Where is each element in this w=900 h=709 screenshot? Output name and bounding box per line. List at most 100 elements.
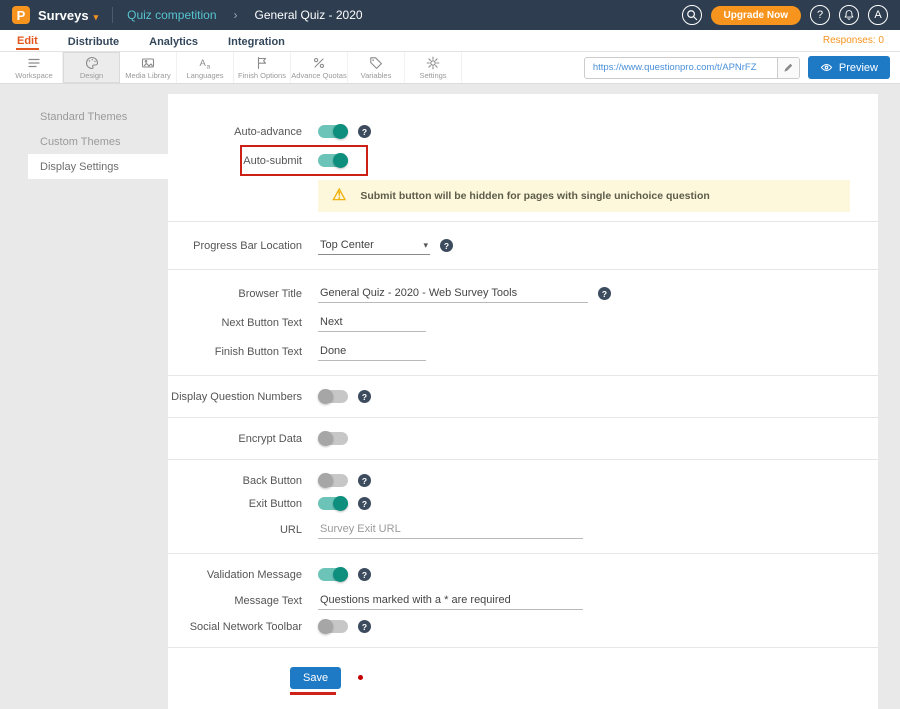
validation-message-help-icon[interactable] [358,568,371,581]
workspace-icon [27,56,41,70]
search-icon[interactable] [682,5,702,25]
auto-submit-toggle[interactable] [318,154,348,167]
tool-finish-options[interactable]: Finish Options [234,52,291,83]
display-question-numbers-row: Display Question Numbers [168,385,878,408]
upgrade-now-button[interactable]: Upgrade Now [711,6,801,25]
auto-advance-row: Auto-advance [168,120,878,143]
progress-bar-location-value: Top Center [320,239,374,251]
finish-button-text-input[interactable] [318,342,426,361]
tool-design[interactable]: Design [63,52,120,83]
sidebar-item-custom-themes[interactable]: Custom Themes [28,129,168,154]
validation-message-toggle[interactable] [318,568,348,581]
social-network-toolbar-row: Social Network Toolbar [168,615,878,638]
survey-url-input[interactable] [585,62,777,73]
breadcrumb-parent[interactable]: Quiz competition [127,8,216,22]
validation-message-label: Validation Message [168,569,318,581]
design-palette-icon [85,56,99,70]
tool-variables[interactable]: Variables [348,52,405,83]
content-area: Standard Themes Custom Themes Display Se… [0,84,900,689]
browser-title-help-icon[interactable] [598,287,611,300]
variables-tag-icon [369,56,383,70]
surveys-menu[interactable]: Surveys [38,8,98,23]
edit-url-pencil-icon[interactable] [777,57,799,79]
progress-bar-location-select[interactable]: Top Center [318,236,430,255]
warning-text: Submit button will be hidden for pages w… [360,190,709,202]
nav-tab-distribute[interactable]: Distribute [67,33,120,49]
exit-button-row: Exit Button [168,492,878,515]
encrypt-data-toggle[interactable] [318,432,348,445]
message-text-input[interactable] [318,591,583,610]
validation-message-row: Validation Message [168,563,878,586]
tool-settings[interactable]: Settings [405,52,462,83]
browser-title-input[interactable] [318,284,588,303]
finish-button-text-label: Finish Button Text [168,346,318,358]
social-network-toolbar-toggle[interactable] [318,620,348,633]
browser-title-row: Browser Title [168,279,878,308]
back-button-toggle[interactable] [318,474,348,487]
progress-bar-help-icon[interactable] [440,239,453,252]
message-text-label: Message Text [168,595,318,607]
breadcrumb-separator-icon [234,8,238,22]
browser-title-label: Browser Title [168,288,318,300]
display-question-numbers-help-icon[interactable] [358,390,371,403]
languages-icon: A a [198,56,212,70]
exit-button-help-icon[interactable] [358,497,371,510]
auto-submit-row: Auto-submit [168,149,878,172]
tool-advance-quotas[interactable]: Advance Quotas [291,52,348,83]
sidebar-item-standard-themes[interactable]: Standard Themes [28,104,168,129]
auto-advance-label: Auto-advance [168,126,318,138]
module-nav: Edit Distribute Analytics Integration Re… [0,30,900,52]
nav-tab-analytics[interactable]: Analytics [148,33,199,49]
toolbar-right: Preview [584,52,894,83]
tool-label: Variables [361,71,392,80]
topbar-actions: Upgrade Now ? A [682,5,888,25]
display-settings-panel: Auto-advance Auto-submit ⚠ Submit button… [168,94,878,709]
surveys-menu-label: Surveys [38,8,89,23]
save-row: Save [168,657,878,695]
top-bar: P Surveys Quiz competition General Quiz … [0,0,900,30]
exit-button-toggle[interactable] [318,497,348,510]
auto-advance-help-icon[interactable] [358,125,371,138]
topbar-divider [112,7,113,23]
exit-url-label: URL [168,524,318,536]
preview-button[interactable]: Preview [808,56,890,79]
media-library-icon [141,56,155,70]
section-divider [168,375,878,376]
tool-label: Settings [419,71,446,80]
display-question-numbers-label: Display Question Numbers [168,391,318,403]
progress-bar-location-label: Progress Bar Location [168,240,318,252]
nav-tab-integration[interactable]: Integration [227,33,286,49]
gear-icon [426,56,440,70]
quotas-percent-icon [312,56,326,70]
notifications-bell-icon[interactable] [839,5,859,25]
svg-text:a: a [207,63,211,70]
tool-media-library[interactable]: Media Library [120,52,177,83]
avatar[interactable]: A [868,5,888,25]
section-divider [168,647,878,648]
display-question-numbers-toggle[interactable] [318,390,348,403]
social-network-toolbar-help-icon[interactable] [358,620,371,633]
exit-url-input[interactable] [318,520,583,539]
tool-workspace[interactable]: Workspace [6,52,63,83]
sidebar-item-display-settings[interactable]: Display Settings [28,154,168,179]
tool-languages[interactable]: A a Languages [177,52,234,83]
message-text-row: Message Text [168,586,878,615]
back-button-row: Back Button [168,469,878,492]
chevron-down-icon [423,239,428,251]
tool-label: Workspace [15,71,52,80]
nav-tab-edit[interactable]: Edit [16,32,39,50]
auto-advance-toggle[interactable] [318,125,348,138]
back-button-help-icon[interactable] [358,474,371,487]
section-divider [168,417,878,418]
tool-label: Media Library [125,71,170,80]
finish-flag-icon [255,56,269,70]
svg-text:A: A [200,58,207,69]
next-button-text-row: Next Button Text [168,308,878,337]
back-button-label: Back Button [168,475,318,487]
social-network-toolbar-label: Social Network Toolbar [168,621,318,633]
help-icon[interactable]: ? [810,5,830,25]
encrypt-data-label: Encrypt Data [168,433,318,445]
save-button[interactable]: Save [290,667,341,689]
responses-count[interactable]: Responses: 0 [823,35,884,46]
next-button-text-input[interactable] [318,313,426,332]
